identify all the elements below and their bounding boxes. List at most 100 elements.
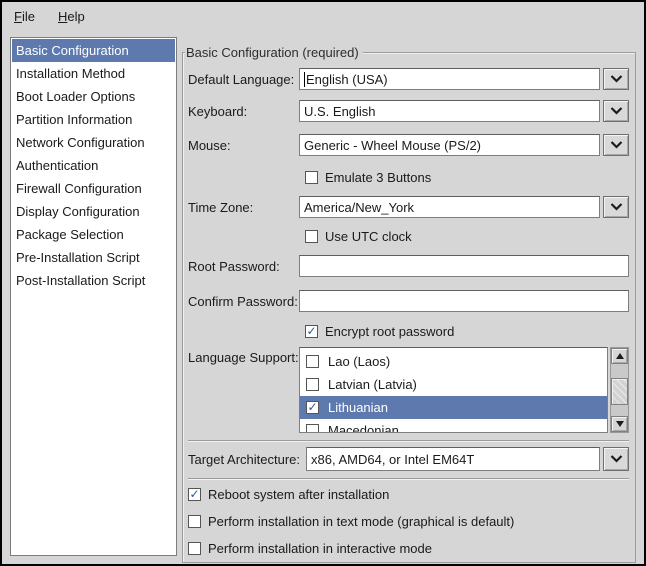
- checkbox-icon[interactable]: [188, 515, 201, 528]
- checkbox-icon[interactable]: [306, 378, 319, 391]
- keyboard-combo[interactable]: U.S. English: [299, 100, 629, 122]
- emulate-3-buttons-checkbox[interactable]: Emulate 3 Buttons: [305, 170, 629, 185]
- language-support-label: Language Support:: [188, 350, 299, 365]
- reboot-after-install-label: Reboot system after installation: [208, 487, 389, 502]
- keyboard-value: U.S. English: [304, 104, 376, 119]
- chevron-down-icon: [610, 107, 623, 115]
- default-language-dropdown-button[interactable]: [603, 68, 629, 90]
- confirm-password-row: Confirm Password:: [188, 290, 629, 312]
- reboot-after-install-checkbox[interactable]: Reboot system after installation: [188, 487, 629, 502]
- language-support-list-container: Lao (Laos) Latvian (Latvia) Lithuanian: [299, 347, 629, 433]
- default-language-value: English (USA): [306, 72, 388, 87]
- target-architecture-row: Target Architecture: x86, AMD64, or Inte…: [188, 447, 629, 471]
- default-language-row: Default Language: English (USA): [188, 68, 629, 90]
- time-zone-value: America/New_York: [304, 200, 414, 215]
- scroll-down-icon: [616, 421, 624, 427]
- separator: [188, 478, 629, 480]
- chevron-down-icon: [610, 203, 623, 211]
- checkbox-icon[interactable]: [306, 355, 319, 368]
- default-language-combo[interactable]: English (USA): [299, 68, 629, 90]
- checkbox-icon[interactable]: [305, 230, 318, 243]
- mouse-entry[interactable]: Generic - Wheel Mouse (PS/2): [299, 134, 600, 156]
- default-language-label: Default Language:: [188, 72, 299, 87]
- sidebar-item-network-configuration[interactable]: Network Configuration: [12, 131, 175, 154]
- language-option-label: Latvian (Latvia): [328, 377, 417, 392]
- encrypt-root-password-label: Encrypt root password: [325, 324, 454, 339]
- target-architecture-entry[interactable]: x86, AMD64, or Intel EM64T: [306, 447, 600, 471]
- chevron-down-icon: [610, 141, 623, 149]
- checkbox-icon[interactable]: [305, 325, 318, 338]
- scroll-down-button[interactable]: [611, 416, 628, 432]
- language-support-row: Language Support: Lao (Laos) Latvian (La…: [188, 347, 629, 433]
- time-zone-dropdown-button[interactable]: [603, 196, 629, 218]
- menu-help[interactable]: Help: [54, 7, 89, 26]
- language-option-latvian[interactable]: Latvian (Latvia): [300, 373, 607, 396]
- scroll-up-button[interactable]: [611, 348, 628, 364]
- target-architecture-combo[interactable]: x86, AMD64, or Intel EM64T: [306, 447, 629, 471]
- root-password-row: Root Password:: [188, 255, 629, 277]
- emulate-3-buttons-label: Emulate 3 Buttons: [325, 170, 431, 185]
- mouse-value: Generic - Wheel Mouse (PS/2): [304, 138, 481, 153]
- checkbox-icon[interactable]: [306, 424, 319, 433]
- language-option-lao[interactable]: Lao (Laos): [300, 350, 607, 373]
- sidebar-item-boot-loader-options[interactable]: Boot Loader Options: [12, 85, 175, 108]
- sidebar-item-package-selection[interactable]: Package Selection: [12, 223, 175, 246]
- use-utc-clock-checkbox[interactable]: Use UTC clock: [305, 229, 629, 244]
- mouse-combo[interactable]: Generic - Wheel Mouse (PS/2): [299, 134, 629, 156]
- sidebar-item-post-installation-script[interactable]: Post-Installation Script: [12, 269, 175, 292]
- text-mode-install-checkbox[interactable]: Perform installation in text mode (graph…: [188, 514, 629, 529]
- target-architecture-label: Target Architecture:: [188, 452, 300, 467]
- mouse-label: Mouse:: [188, 138, 299, 153]
- language-option-macedonian[interactable]: Macedonian: [300, 419, 607, 433]
- keyboard-row: Keyboard: U.S. English: [188, 100, 629, 122]
- keyboard-dropdown-button[interactable]: [603, 100, 629, 122]
- language-support-list[interactable]: Lao (Laos) Latvian (Latvia) Lithuanian: [299, 347, 608, 433]
- language-option-label: Macedonian: [328, 423, 399, 433]
- time-zone-label: Time Zone:: [188, 200, 299, 215]
- interactive-install-checkbox[interactable]: Perform installation in interactive mode: [188, 541, 629, 556]
- time-zone-combo[interactable]: America/New_York: [299, 196, 629, 218]
- checkbox-icon[interactable]: [188, 542, 201, 555]
- time-zone-entry[interactable]: America/New_York: [299, 196, 600, 218]
- main-content: Basic Configuration Installation Method …: [2, 30, 644, 564]
- checkbox-icon[interactable]: [305, 171, 318, 184]
- mouse-row: Mouse: Generic - Wheel Mouse (PS/2): [188, 134, 629, 156]
- sidebar-item-display-configuration[interactable]: Display Configuration: [12, 200, 175, 223]
- checkbox-icon[interactable]: [306, 401, 319, 414]
- keyboard-entry[interactable]: U.S. English: [299, 100, 600, 122]
- panel-title: Basic Configuration (required): [185, 45, 363, 60]
- default-language-entry[interactable]: English (USA): [299, 68, 600, 90]
- menu-file-label: File: [14, 9, 35, 24]
- language-option-label: Lithuanian: [328, 400, 388, 415]
- sidebar-item-installation-method[interactable]: Installation Method: [12, 62, 175, 85]
- use-utc-clock-label: Use UTC clock: [325, 229, 412, 244]
- mouse-dropdown-button[interactable]: [603, 134, 629, 156]
- checkbox-icon[interactable]: [188, 488, 201, 501]
- menu-help-label: Help: [58, 9, 85, 24]
- sidebar-item-basic-configuration[interactable]: Basic Configuration: [12, 39, 175, 62]
- kickstart-configurator-window: File Help Basic Configuration Installati…: [0, 0, 646, 566]
- sidebar-item-firewall-configuration[interactable]: Firewall Configuration: [12, 177, 175, 200]
- root-password-label: Root Password:: [188, 259, 299, 274]
- language-list-scrollbar[interactable]: [610, 347, 629, 433]
- scrollbar-thumb[interactable]: [611, 378, 628, 405]
- text-caret: [304, 72, 305, 87]
- time-zone-row: Time Zone: America/New_York: [188, 196, 629, 218]
- confirm-password-label: Confirm Password:: [188, 294, 299, 309]
- sidebar-item-pre-installation-script[interactable]: Pre-Installation Script: [12, 246, 175, 269]
- root-password-input[interactable]: [299, 255, 629, 277]
- menu-file[interactable]: File: [10, 7, 39, 26]
- chevron-down-icon: [610, 75, 623, 83]
- language-option-lithuanian[interactable]: Lithuanian: [300, 396, 607, 419]
- scroll-up-icon: [616, 353, 624, 359]
- target-architecture-dropdown-button[interactable]: [603, 447, 629, 471]
- confirm-password-input[interactable]: [299, 290, 629, 312]
- encrypt-root-password-checkbox[interactable]: Encrypt root password: [305, 324, 629, 339]
- chevron-down-icon: [610, 455, 623, 463]
- sidebar-item-authentication[interactable]: Authentication: [12, 154, 175, 177]
- target-architecture-value: x86, AMD64, or Intel EM64T: [311, 452, 474, 467]
- text-mode-install-label: Perform installation in text mode (graph…: [208, 514, 514, 529]
- menu-bar: File Help: [2, 2, 644, 30]
- scrollbar-track[interactable]: [611, 364, 628, 416]
- sidebar-item-partition-information[interactable]: Partition Information: [12, 108, 175, 131]
